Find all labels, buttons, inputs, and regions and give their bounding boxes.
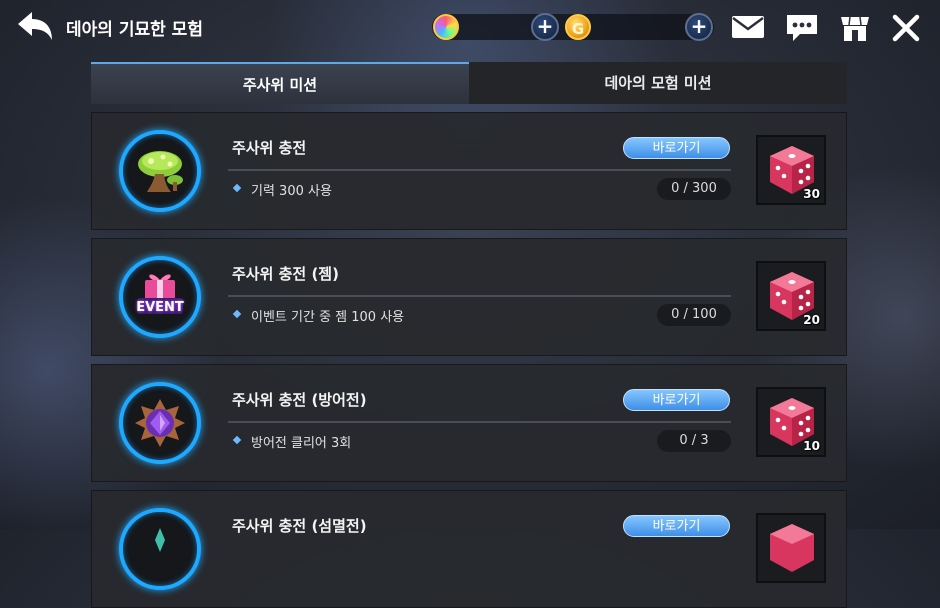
mail-icon[interactable] <box>730 13 766 41</box>
mission-title: 주사위 충전 <box>232 139 307 157</box>
mission-title: 주사위 충전 (섬멸전) <box>232 517 367 535</box>
add-gem-button[interactable]: + <box>531 13 559 41</box>
back-arrow-icon[interactable] <box>14 8 56 46</box>
mission-progress: 0 / 3 <box>657 430 731 452</box>
page-title: 데아의 기묘한 모험 <box>66 20 203 40</box>
event-gift-icon <box>137 274 183 314</box>
mushroom-icon <box>138 151 183 192</box>
mission-description: 기력 300 사용 <box>251 184 332 199</box>
dice-icon <box>770 524 814 572</box>
mission-progress: 0 / 100 <box>657 304 731 326</box>
divider <box>228 169 731 171</box>
divider <box>228 295 731 297</box>
bullet-icon <box>232 183 242 193</box>
mission-tabs: 주사위 미션 데아의 모험 미션 <box>91 62 847 104</box>
bullet-icon <box>232 435 242 445</box>
goto-button[interactable]: 바로가기 <box>623 137 730 159</box>
reward-count: 10 <box>803 439 820 453</box>
goto-button[interactable]: 바로가기 <box>623 515 730 537</box>
reward-count: 30 <box>803 187 820 201</box>
gold-icon: G <box>565 14 591 40</box>
mission-icon-frame <box>119 130 201 212</box>
reward-slot[interactable]: 10 <box>756 387 826 457</box>
mission-description: 방어전 클리어 3회 <box>251 436 352 451</box>
mission-row: 주사위 충전 바로가기 기력 300 사용 0 / 300 30 <box>91 112 847 230</box>
bullet-icon <box>232 309 242 319</box>
top-bar: 데아의 기묘한 모험 + G + <box>0 0 940 56</box>
mission-row: 주사위 충전 (방어전) 바로가기 방어전 클리어 3회 0 / 3 10 <box>91 364 847 482</box>
reward-count: 20 <box>803 313 820 327</box>
shop-icon[interactable] <box>838 11 872 45</box>
mission-row: EVENT 주사위 충전 (젬) 이벤트 기간 중 젬 100 사용 0 / 1… <box>91 238 847 356</box>
mission-title: 주사위 충전 (방어전) <box>232 391 367 409</box>
tab-dice-missions[interactable]: 주사위 미션 <box>91 62 469 104</box>
gem-icon <box>433 14 459 40</box>
add-gold-button[interactable]: + <box>685 13 713 41</box>
chat-icon[interactable] <box>784 12 820 44</box>
purple-gem-emblem-icon <box>135 399 185 447</box>
mission-progress: 0 / 300 <box>657 178 731 200</box>
mission-row: 주사위 충전 (섬멸전) 바로가기 <box>91 490 847 608</box>
reward-slot[interactable]: 30 <box>756 135 826 205</box>
reward-slot[interactable] <box>756 513 826 583</box>
close-icon[interactable] <box>890 12 922 44</box>
event-label: EVENT <box>136 300 184 315</box>
mission-icon-frame <box>119 508 201 590</box>
emblem-icon <box>155 528 165 552</box>
mission-description: 이벤트 기간 중 젬 100 사용 <box>251 310 405 325</box>
tab-adventure-missions[interactable]: 데아의 모험 미션 <box>469 62 847 104</box>
mission-icon-frame <box>119 382 201 464</box>
mission-title: 주사위 충전 (젬) <box>232 265 339 283</box>
reward-slot[interactable]: 20 <box>756 261 826 331</box>
mission-icon-frame: EVENT <box>119 256 201 338</box>
divider <box>228 421 731 423</box>
goto-button[interactable]: 바로가기 <box>623 389 730 411</box>
